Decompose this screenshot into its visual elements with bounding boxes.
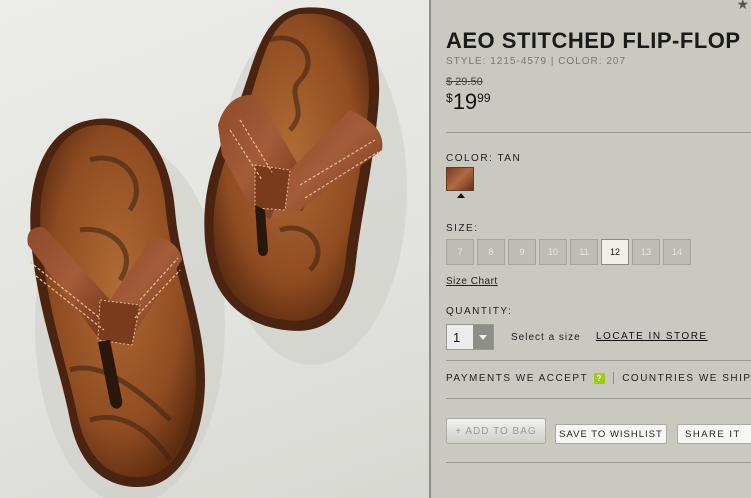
quantity-select[interactable]: 1 [446, 324, 494, 350]
size-option-12[interactable]: 12 [601, 239, 629, 265]
size-chart-link[interactable]: Size Chart [446, 276, 498, 287]
divider [446, 398, 751, 399]
size-label: SIZE: [446, 223, 479, 234]
star-icon[interactable]: ★ [736, 0, 749, 13]
price-currency: $ [446, 91, 453, 105]
size-option-10[interactable]: 10 [539, 239, 567, 265]
size-options: 7 8 9 10 11 12 13 14 [446, 239, 691, 265]
countries-link[interactable]: COUNTRIES WE SHIP TO [622, 373, 751, 384]
color-swatch-tan[interactable] [446, 167, 474, 191]
color-label: COLOR: TAN [446, 153, 522, 164]
select-size-hint: Select a size [511, 332, 581, 343]
size-option-8[interactable]: 8 [477, 239, 505, 265]
question-icon[interactable]: ? [594, 372, 606, 384]
price-dollars: 19 [452, 89, 478, 114]
add-to-bag-button[interactable]: + ADD TO BAG [446, 418, 546, 444]
divider [446, 360, 751, 361]
size-option-14[interactable]: 14 [663, 239, 691, 265]
original-price: $ 29.50 [446, 76, 483, 88]
selected-indicator-icon [457, 193, 465, 198]
flip-flops-illustration [27, 7, 407, 498]
info-links: PAYMENTS WE ACCEPT ? COUNTRIES WE SHIP T… [446, 372, 751, 384]
quantity-value: 1 [453, 329, 461, 345]
product-title: AEO STITCHED FLIP-FLOP [446, 28, 741, 53]
separator [613, 372, 615, 384]
product-image [0, 0, 429, 498]
payments-link[interactable]: PAYMENTS WE ACCEPT [446, 373, 588, 384]
chevron-down-icon[interactable] [473, 325, 493, 349]
divider [446, 132, 751, 133]
divider [446, 462, 751, 463]
size-option-7[interactable]: 7 [446, 239, 474, 265]
style-info: STYLE: 1215-4579 | COLOR: 207 [446, 56, 627, 67]
size-option-11[interactable]: 11 [570, 239, 598, 265]
size-option-9[interactable]: 9 [508, 239, 536, 265]
product-details-panel: ★ AEO STITCHED FLIP-FLOP STYLE: 1215-457… [431, 0, 751, 498]
size-option-13[interactable]: 13 [632, 239, 660, 265]
locate-in-store-link[interactable]: LOCATE IN STORE [596, 331, 708, 342]
share-button[interactable]: SHARE IT [677, 424, 751, 444]
quantity-label: QUANTITY: [446, 306, 513, 317]
price-cents: 99 [477, 91, 491, 105]
save-to-wishlist-button[interactable]: SAVE TO WISHLIST [555, 424, 667, 444]
sale-price: $1999 [446, 89, 491, 115]
